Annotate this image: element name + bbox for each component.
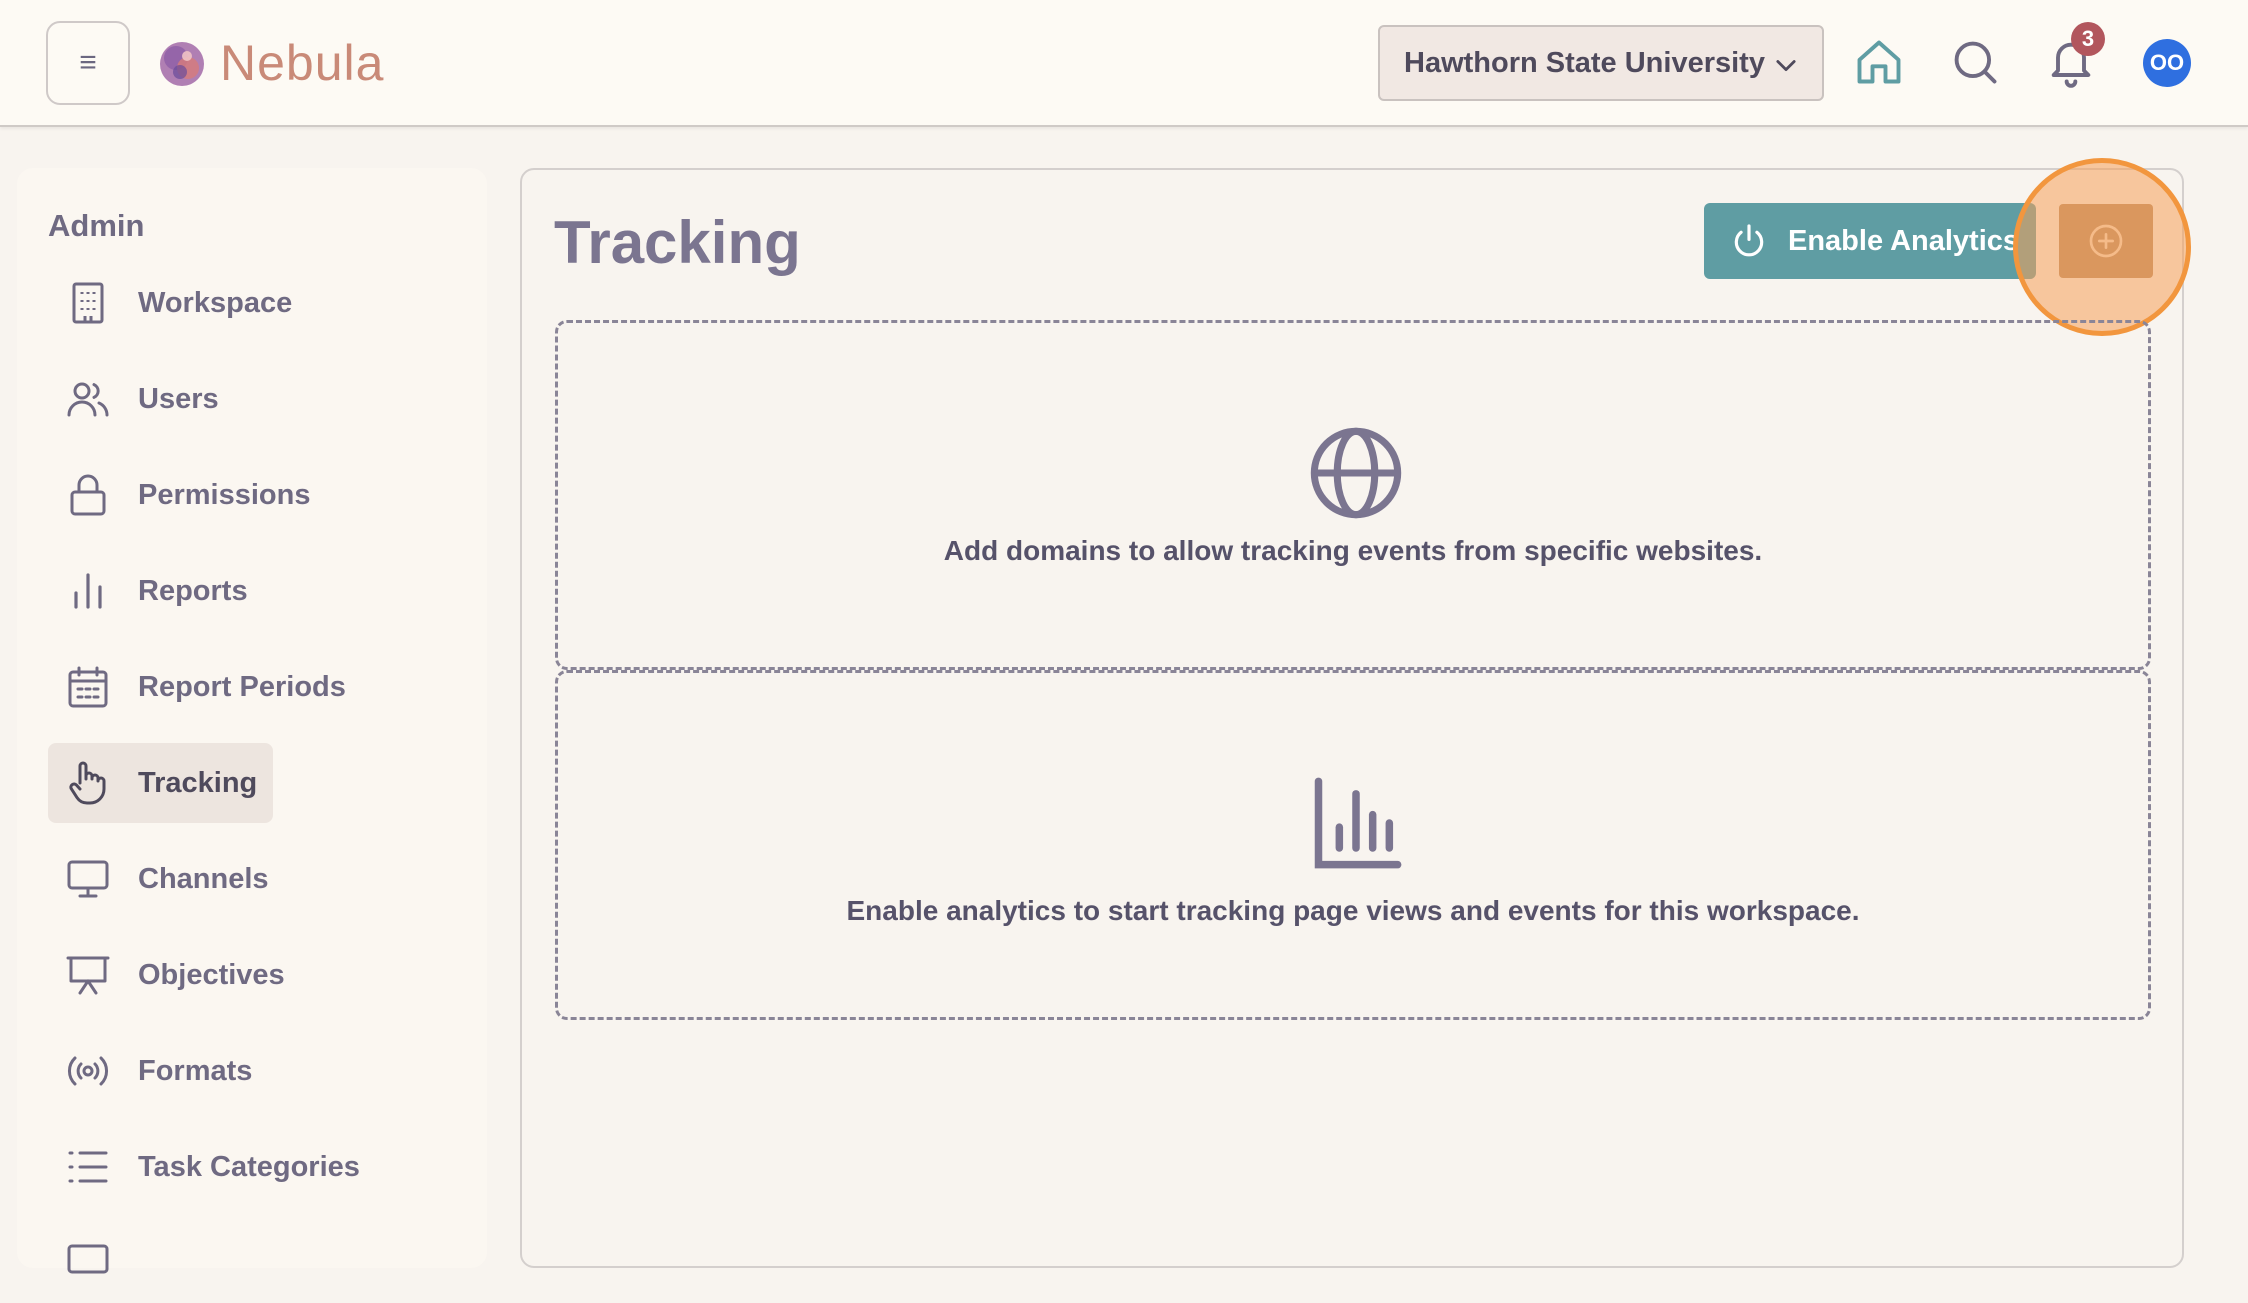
sidebar-item-task-categories[interactable]: Task Categories xyxy=(48,1127,376,1207)
analytics-empty-state: Enable analytics to start tracking page … xyxy=(555,670,2151,1020)
user-avatar[interactable]: OO xyxy=(2143,39,2191,87)
domains-empty-text: Add domains to allow tracking events fro… xyxy=(943,535,1763,566)
plus-circle-icon xyxy=(2089,224,2123,258)
sidebar-item-formats[interactable]: Formats xyxy=(48,1031,268,1111)
enable-analytics-button[interactable]: Enable Analytics xyxy=(1704,203,2036,279)
enable-analytics-label: Enable Analytics xyxy=(1788,224,2020,257)
sidebar-item-reports[interactable]: Reports xyxy=(48,551,264,631)
monitor-icon xyxy=(67,1244,109,1274)
power-icon xyxy=(1734,224,1764,257)
sidebar-item-channels[interactable]: Channels xyxy=(48,839,285,919)
sidebar-item-label: Workspace xyxy=(138,286,293,319)
sidebar-item-label: Objectives xyxy=(138,958,285,991)
organization-name: Hawthorn State University xyxy=(1404,46,1765,79)
presentation-icon xyxy=(66,956,110,995)
monitor-icon xyxy=(67,860,109,898)
sidebar-item-label: Formats xyxy=(138,1054,253,1087)
app-name: Nebula xyxy=(220,35,385,91)
top-bar: ≡ Nebula Hawthorn State University 3 OO xyxy=(0,0,2248,127)
sidebar-item-tracking[interactable]: Tracking xyxy=(48,743,274,823)
calendar-icon xyxy=(68,666,108,708)
admin-sidebar: Admin Workspace Users Permissions Report… xyxy=(17,168,487,1274)
sidebar-item-label: Reports xyxy=(138,574,248,607)
page-title: Tracking xyxy=(554,209,801,276)
analytics-empty-text: Enable analytics to start tracking page … xyxy=(846,895,1860,926)
sidebar-item-partial[interactable] xyxy=(48,1223,154,1303)
sidebar-item-users[interactable]: Users xyxy=(48,359,235,439)
sidebar-item-label: Channels xyxy=(138,862,269,895)
tracking-panel: Tracking Enable Analytics Add domains to… xyxy=(520,158,2191,1268)
sidebar-item-objectives[interactable]: Objectives xyxy=(48,935,301,1015)
sidebar-item-report-periods[interactable]: Report Periods xyxy=(48,647,362,727)
sidebar-item-workspace[interactable]: Workspace xyxy=(48,263,308,343)
sidebar-item-label: Task Categories xyxy=(138,1150,360,1183)
home-icon[interactable] xyxy=(1853,36,1905,88)
nebula-logo-icon xyxy=(160,42,204,86)
hand-pointer-icon xyxy=(69,761,106,805)
search-icon[interactable] xyxy=(1949,36,2001,88)
lock-icon xyxy=(70,474,106,516)
globe-icon xyxy=(1310,427,1402,519)
organization-select[interactable]: Hawthorn State University xyxy=(1378,25,1824,101)
bar-chart-icon xyxy=(1314,777,1402,869)
sidebar-item-label: Permissions xyxy=(138,478,311,511)
menu-toggle-button[interactable]: ≡ xyxy=(46,21,130,105)
chevron-down-icon xyxy=(1776,60,1796,72)
hamburger-icon: ≡ xyxy=(79,46,97,79)
building-icon xyxy=(72,282,104,324)
sidebar-item-permissions[interactable]: Permissions xyxy=(48,455,326,535)
sidebar-item-label: Users xyxy=(138,382,219,415)
notification-badge: 3 xyxy=(2071,22,2105,56)
users-icon xyxy=(67,382,109,417)
sidebar-heading: Admin xyxy=(48,208,145,243)
list-icon xyxy=(68,1151,108,1183)
sidebar-item-label: Report Periods xyxy=(138,670,346,703)
add-domain-button[interactable] xyxy=(2059,204,2153,278)
broadcast-icon xyxy=(68,1056,108,1086)
domains-empty-state: Add domains to allow tracking events fro… xyxy=(555,320,2151,670)
bar-chart-icon xyxy=(74,573,102,609)
sidebar-item-label: Tracking xyxy=(138,766,258,799)
